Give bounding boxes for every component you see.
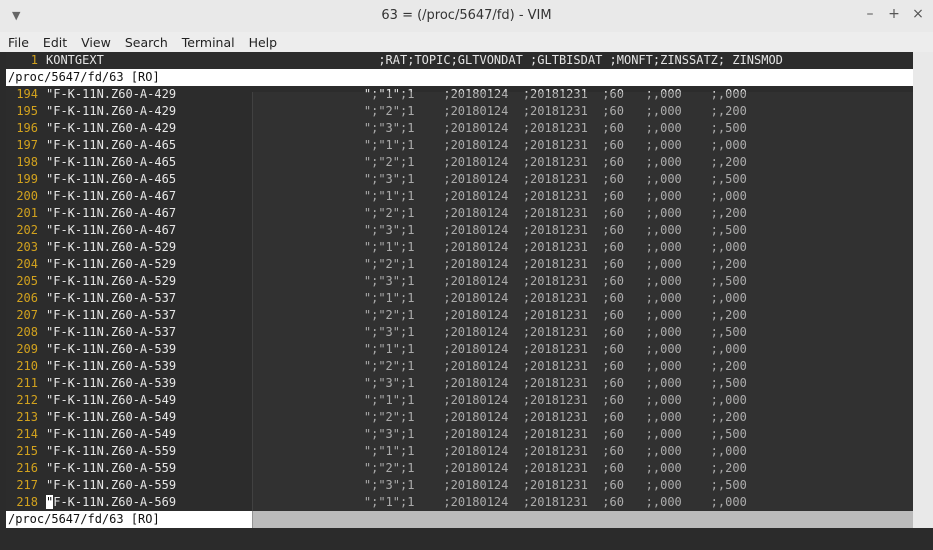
line-text: "F-K-11N.Z60-A-429 ";"2";1 ;20180124 ;20… bbox=[46, 104, 747, 118]
buffer-line: 209 "F-K-11N.Z60-A-539 ";"1";1 ;20180124 … bbox=[6, 341, 913, 358]
line-text: "F-K-11N.Z60-A-467 ";"3";1 ;20180124 ;20… bbox=[46, 223, 747, 237]
buffer-line: 213 "F-K-11N.Z60-A-549 ";"2";1 ;20180124 … bbox=[6, 409, 913, 426]
line-text: "F-K-11N.Z60-A-539 ";"1";1 ;20180124 ;20… bbox=[46, 342, 747, 356]
buffer-line: 212 "F-K-11N.Z60-A-549 ";"1";1 ;20180124 … bbox=[6, 392, 913, 409]
buffer-line: 196 "F-K-11N.Z60-A-429 ";"3";1 ;20180124 … bbox=[6, 120, 913, 137]
line-text: "F-K-11N.Z60-A-529 ";"1";1 ;20180124 ;20… bbox=[46, 240, 747, 254]
buffer-line: 211 "F-K-11N.Z60-A-539 ";"3";1 ;20180124 … bbox=[6, 375, 913, 392]
line-text: "F-K-11N.Z60-A-467 ";"2";1 ;20180124 ;20… bbox=[46, 206, 747, 220]
buffer-line: 198 "F-K-11N.Z60-A-465 ";"2";1 ;20180124 … bbox=[6, 154, 913, 171]
terminal-area[interactable]: 1 KONTGEXT ;RAT;TOPIC;GLTVONDAT ;GLTBISDA… bbox=[6, 52, 913, 528]
buffer-line: 194 "F-K-11N.Z60-A-429 ";"1";1 ;20180124 … bbox=[6, 86, 913, 103]
buffer-line: 202 "F-K-11N.Z60-A-467 ";"3";1 ;20180124 … bbox=[6, 222, 913, 239]
line-number: 200 bbox=[16, 189, 38, 203]
line-number: 212 bbox=[16, 393, 38, 407]
buffer-line: 215 "F-K-11N.Z60-A-559 ";"1";1 ;20180124 … bbox=[6, 443, 913, 460]
line-text: "F-K-11N.Z60-A-559 ";"2";1 ;20180124 ;20… bbox=[46, 461, 747, 475]
close-icon[interactable]: × bbox=[911, 6, 925, 22]
line-number: 204 bbox=[16, 257, 38, 271]
line-text: "F-K-11N.Z60-A-537 ";"2";1 ;20180124 ;20… bbox=[46, 308, 747, 322]
header-text: KONTGEXT ;RAT;TOPIC;GLTVONDAT ;GLTBISDAT… bbox=[46, 53, 783, 67]
line-number: 213 bbox=[16, 410, 38, 424]
bottom-status-line: /proc/5647/fd/63 [RO] bbox=[6, 511, 913, 528]
window-bottom-edge bbox=[0, 528, 933, 550]
line-number: 214 bbox=[16, 427, 38, 441]
buffer-line: 197 "F-K-11N.Z60-A-465 ";"1";1 ;20180124 … bbox=[6, 137, 913, 154]
buffer-line: 208 "F-K-11N.Z60-A-537 ";"3";1 ;20180124 … bbox=[6, 324, 913, 341]
line-number: 196 bbox=[16, 121, 38, 135]
buffer-line: 199 "F-K-11N.Z60-A-465 ";"3";1 ;20180124 … bbox=[6, 171, 913, 188]
maximize-icon[interactable]: + bbox=[887, 6, 901, 22]
menu-help[interactable]: Help bbox=[243, 35, 284, 50]
buffer-line: 195 "F-K-11N.Z60-A-429 ";"2";1 ;20180124 … bbox=[6, 103, 913, 120]
buffer-line: 210 "F-K-11N.Z60-A-539 ";"2";1 ;20180124 … bbox=[6, 358, 913, 375]
buffer-line: 217 "F-K-11N.Z60-A-559 ";"3";1 ;20180124 … bbox=[6, 477, 913, 494]
buffer-line: 207 "F-K-11N.Z60-A-537 ";"2";1 ;20180124 … bbox=[6, 307, 913, 324]
window-titlebar: ▼ 63 = (/proc/5647/fd) - VIM – + × bbox=[0, 0, 933, 33]
line-text: "F-K-11N.Z60-A-537 ";"3";1 ;20180124 ;20… bbox=[46, 325, 747, 339]
line-number: 218 bbox=[16, 495, 38, 509]
menu-terminal[interactable]: Terminal bbox=[176, 35, 241, 50]
buffer-line: 206 "F-K-11N.Z60-A-537 ";"1";1 ;20180124 … bbox=[6, 290, 913, 307]
line-text: "F-K-11N.Z60-A-537 ";"1";1 ;20180124 ;20… bbox=[46, 291, 747, 305]
buffer-line: 216 "F-K-11N.Z60-A-559 ";"2";1 ;20180124 … bbox=[6, 460, 913, 477]
line-number: 217 bbox=[16, 478, 38, 492]
menu-search[interactable]: Search bbox=[119, 35, 174, 50]
line-number: 197 bbox=[16, 138, 38, 152]
line-number: 208 bbox=[16, 325, 38, 339]
line-text: "F-K-11N.Z60-A-429 ";"3";1 ;20180124 ;20… bbox=[46, 121, 747, 135]
line-number: 215 bbox=[16, 444, 38, 458]
buffer-line: 204 "F-K-11N.Z60-A-529 ";"2";1 ;20180124 … bbox=[6, 256, 913, 273]
menu-file[interactable]: File bbox=[2, 35, 35, 50]
menu-edit[interactable]: Edit bbox=[37, 35, 73, 50]
line-number: 206 bbox=[16, 291, 38, 305]
line-text: "F-K-11N.Z60-A-559 ";"1";1 ;20180124 ;20… bbox=[46, 444, 747, 458]
line-number: 203 bbox=[16, 240, 38, 254]
line-number: 209 bbox=[16, 342, 38, 356]
header-line: 1 KONTGEXT ;RAT;TOPIC;GLTVONDAT ;GLTBISDA… bbox=[6, 52, 913, 69]
buffer-line: 205 "F-K-11N.Z60-A-529 ";"3";1 ;20180124 … bbox=[6, 273, 913, 290]
line-number: 199 bbox=[16, 172, 38, 186]
line-text: "F-K-11N.Z60-A-529 ";"2";1 ;20180124 ;20… bbox=[46, 257, 747, 271]
window-title: 63 = (/proc/5647/fd) - VIM bbox=[381, 8, 552, 23]
line-number: 195 bbox=[16, 104, 38, 118]
line-text: "F-K-11N.Z60-A-529 ";"3";1 ;20180124 ;20… bbox=[46, 274, 747, 288]
window-controls: – + × bbox=[863, 6, 925, 22]
line-text: "F-K-11N.Z60-A-539 ";"3";1 ;20180124 ;20… bbox=[46, 376, 747, 390]
buffer-line: 214 "F-K-11N.Z60-A-549 ";"3";1 ;20180124 … bbox=[6, 426, 913, 443]
menu-view[interactable]: View bbox=[75, 35, 117, 50]
line-text: "F-K-11N.Z60-A-549 ";"1";1 ;20180124 ;20… bbox=[46, 393, 747, 407]
cursor-line: 218 "F-K-11N.Z60-A-569 ";"1";1 ;20180124 … bbox=[6, 494, 913, 511]
line-number: 205 bbox=[16, 274, 38, 288]
line-text: "F-K-11N.Z60-A-465 ";"1";1 ;20180124 ;20… bbox=[46, 138, 747, 152]
line-number: 1 bbox=[30, 53, 38, 67]
buffer-line: 200 "F-K-11N.Z60-A-467 ";"1";1 ;20180124 … bbox=[6, 188, 913, 205]
minimize-icon[interactable]: – bbox=[863, 6, 877, 22]
line-number: 216 bbox=[16, 461, 38, 475]
line-text: F-K-11N.Z60-A-569 ";"1";1 ;20180124 ;201… bbox=[53, 495, 747, 509]
line-number: 198 bbox=[16, 155, 38, 169]
line-number: 202 bbox=[16, 223, 38, 237]
line-text: "F-K-11N.Z60-A-549 ";"2";1 ;20180124 ;20… bbox=[46, 410, 747, 424]
buffer-line: 201 "F-K-11N.Z60-A-467 ";"2";1 ;20180124 … bbox=[6, 205, 913, 222]
top-status-line: /proc/5647/fd/63 [RO] bbox=[6, 69, 913, 86]
bottom-status-text: /proc/5647/fd/63 [RO] bbox=[8, 512, 160, 526]
line-text: "F-K-11N.Z60-A-559 ";"3";1 ;20180124 ;20… bbox=[46, 478, 747, 492]
buffer-line: 203 "F-K-11N.Z60-A-529 ";"1";1 ;20180124 … bbox=[6, 239, 913, 256]
line-text: "F-K-11N.Z60-A-465 ";"3";1 ;20180124 ;20… bbox=[46, 172, 747, 186]
line-text: "F-K-11N.Z60-A-465 ";"2";1 ;20180124 ;20… bbox=[46, 155, 747, 169]
window-right-edge bbox=[913, 52, 933, 550]
line-number: 211 bbox=[16, 376, 38, 390]
line-text: "F-K-11N.Z60-A-549 ";"3";1 ;20180124 ;20… bbox=[46, 427, 747, 441]
line-number: 194 bbox=[16, 87, 38, 101]
line-text: "F-K-11N.Z60-A-429 ";"1";1 ;20180124 ;20… bbox=[46, 87, 747, 101]
line-number: 201 bbox=[16, 206, 38, 220]
line-number: 207 bbox=[16, 308, 38, 322]
line-text: "F-K-11N.Z60-A-467 ";"1";1 ;20180124 ;20… bbox=[46, 189, 747, 203]
line-text: "F-K-11N.Z60-A-539 ";"2";1 ;20180124 ;20… bbox=[46, 359, 747, 373]
line-number: 210 bbox=[16, 359, 38, 373]
menu-bar: File Edit View Search Terminal Help bbox=[0, 32, 933, 52]
top-status-text: /proc/5647/fd/63 [RO] bbox=[8, 70, 160, 84]
